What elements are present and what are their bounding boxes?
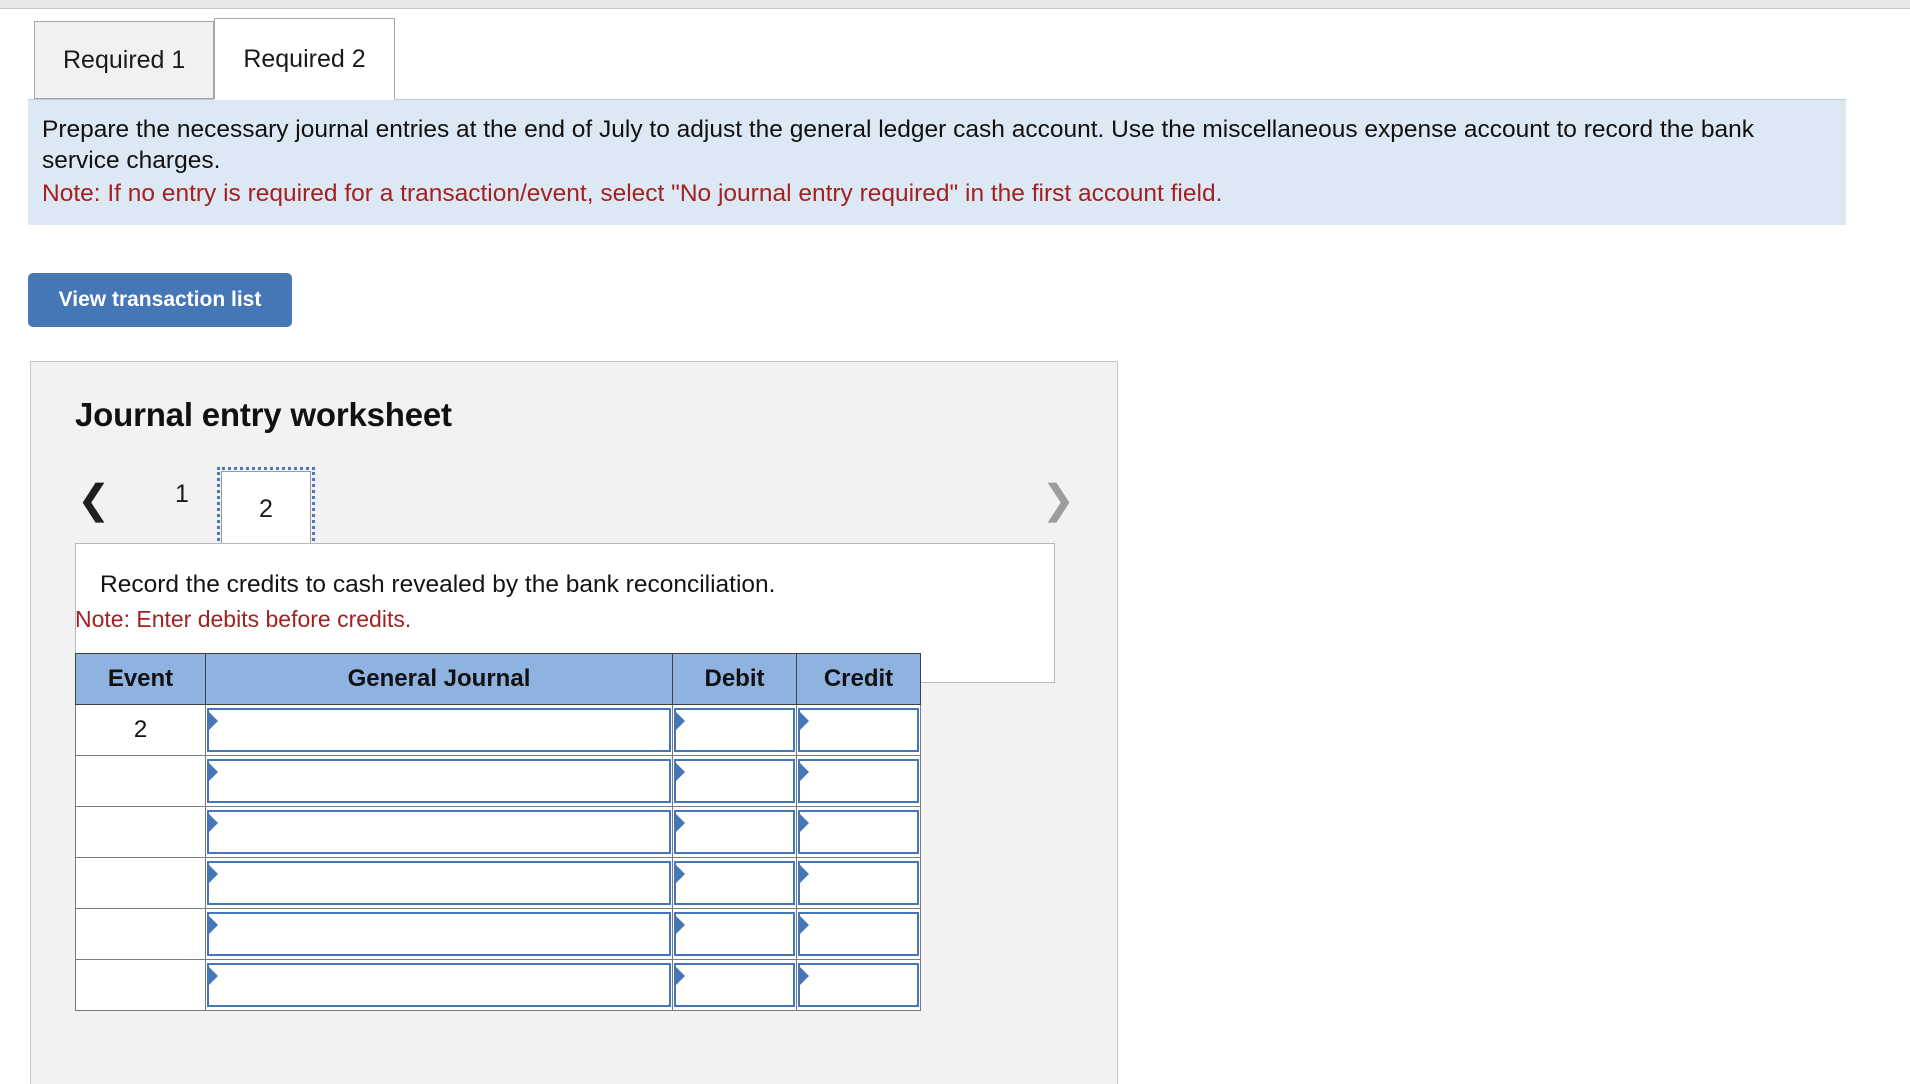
tab-required-1-label: Required 1 [63,45,186,74]
general-journal-cell[interactable] [205,755,673,807]
account-select-field[interactable] [207,861,671,905]
event-cell [75,755,206,807]
table-row [75,806,921,858]
table-header-row: Event General Journal Debit Credit [75,653,921,705]
credit-input-field[interactable] [798,861,919,905]
event-cell [75,959,206,1011]
pager-page-2-selected[interactable]: 2 [217,467,315,552]
general-journal-cell[interactable] [205,704,673,756]
credit-cell[interactable] [796,959,921,1011]
debit-input-field[interactable] [674,963,795,1007]
event-cell [75,806,206,858]
column-header-credit: Credit [796,653,921,705]
table-body: 2 [75,704,921,1011]
general-journal-cell[interactable] [205,806,673,858]
column-header-event: Event [75,653,206,705]
pager-page-1[interactable]: 1 [175,480,189,509]
required-tab-bar: Required 1 Required 2 [34,18,395,100]
table-row [75,857,921,909]
credit-cell[interactable] [796,806,921,858]
account-select-field[interactable] [207,708,671,752]
table-row [75,908,921,960]
worksheet-pager: ❮ 1 2 ❯ [71,464,1081,552]
page-title: Journal entry worksheet [75,396,452,433]
event-cell [75,857,206,909]
enter-debits-note: Note: Enter debits before credits. [75,606,412,632]
debit-cell[interactable] [672,908,797,960]
debit-input-field[interactable] [674,912,795,956]
account-select-field[interactable] [207,810,671,854]
credit-input-field[interactable] [798,963,919,1007]
instruction-banner: Prepare the necessary journal entries at… [28,99,1846,225]
view-transaction-list-label: View transaction list [58,288,262,311]
general-journal-cell[interactable] [205,857,673,909]
credit-input-field[interactable] [798,810,919,854]
debit-cell[interactable] [672,857,797,909]
chevron-right-icon[interactable]: ❯ [1041,480,1075,520]
table-row [75,755,921,807]
debit-cell[interactable] [672,704,797,756]
event-cell [75,908,206,960]
tab-required-1[interactable]: Required 1 [34,21,215,99]
event-cell: 2 [75,704,206,756]
account-select-field[interactable] [207,963,671,1007]
credit-cell[interactable] [796,857,921,909]
credit-cell[interactable] [796,755,921,807]
tab-required-2[interactable]: Required 2 [214,18,395,100]
debit-input-field[interactable] [674,861,795,905]
credit-input-field[interactable] [798,708,919,752]
table-row [75,959,921,1011]
account-select-field[interactable] [207,759,671,803]
debit-cell[interactable] [672,959,797,1011]
table-row: 2 [75,704,921,756]
general-journal-cell[interactable] [205,959,673,1011]
debit-input-field[interactable] [674,759,795,803]
account-select-field[interactable] [207,912,671,956]
chevron-left-icon[interactable]: ❮ [77,480,111,520]
column-header-debit: Debit [672,653,797,705]
instruction-text: Prepare the necessary journal entries at… [42,116,1754,174]
tab-required-2-label: Required 2 [243,44,366,73]
journal-entry-worksheet-panel: Journal entry worksheet ❮ 1 2 ❯ Record t… [30,361,1118,1084]
credit-cell[interactable] [796,704,921,756]
column-header-general-journal: General Journal [205,653,673,705]
debit-input-field[interactable] [674,810,795,854]
credit-cell[interactable] [796,908,921,960]
view-transaction-list-button[interactable]: View transaction list [28,273,292,327]
journal-entry-table: Event General Journal Debit Credit 2 [75,653,921,1011]
credit-input-field[interactable] [798,912,919,956]
general-journal-cell[interactable] [205,908,673,960]
journal-prompt-text: Record the credits to cash revealed by t… [100,571,776,598]
window-top-strip [0,0,1910,9]
credit-input-field[interactable] [798,759,919,803]
debit-cell[interactable] [672,755,797,807]
debit-input-field[interactable] [674,708,795,752]
instruction-note: Note: If no entry is required for a tran… [42,180,1223,207]
debit-cell[interactable] [672,806,797,858]
